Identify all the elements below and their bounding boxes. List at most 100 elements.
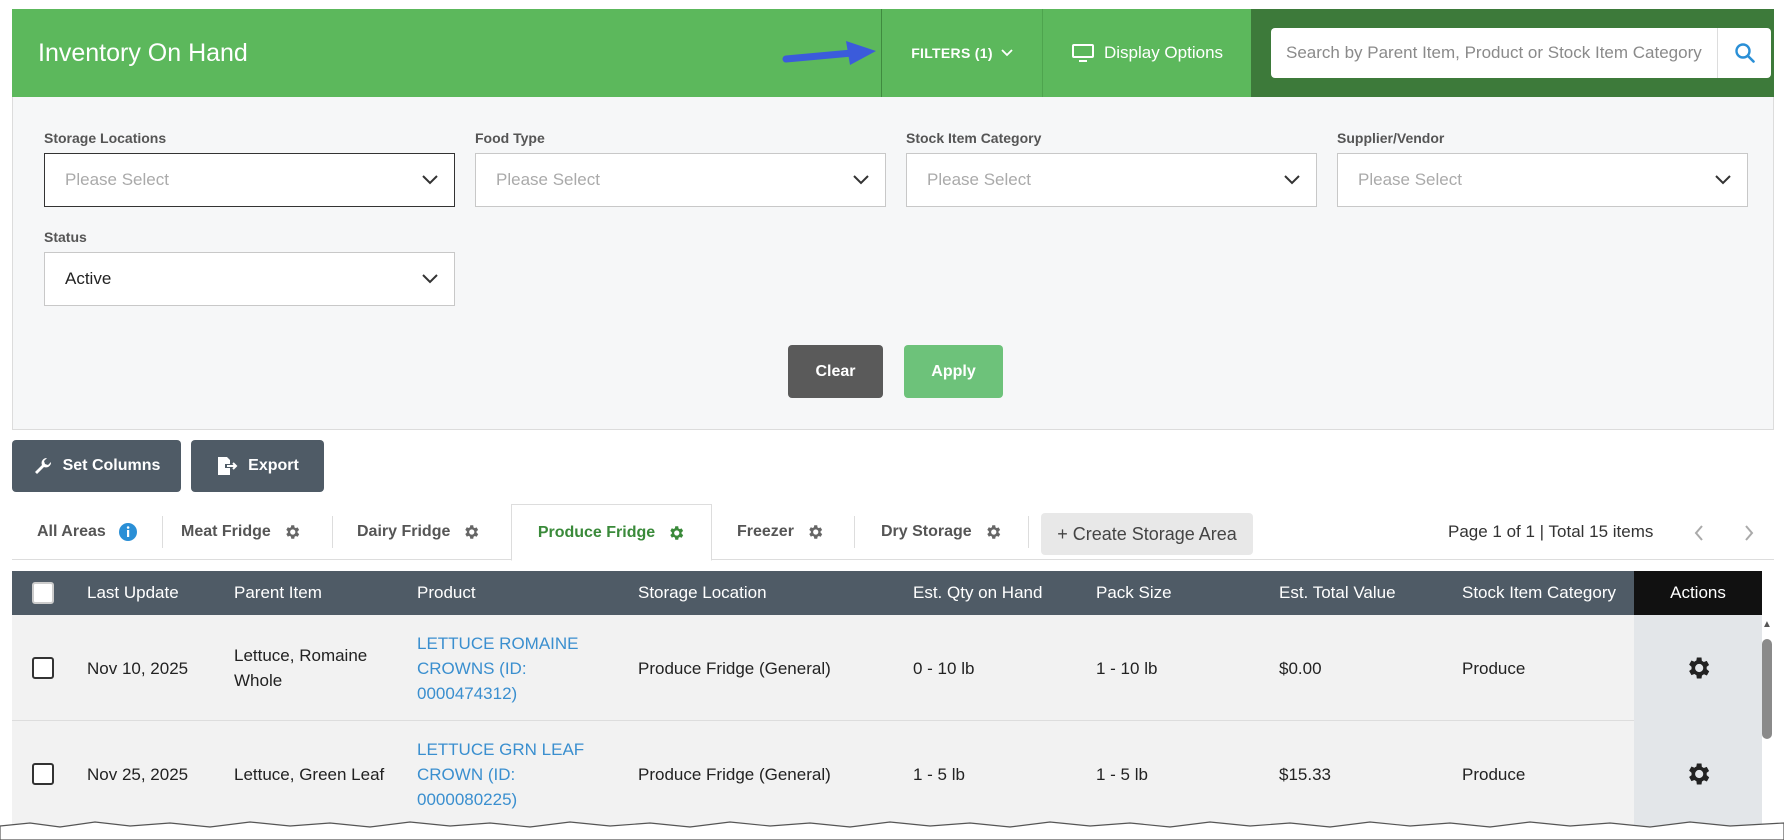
- select-all-checkbox[interactable]: [32, 582, 54, 604]
- storage-locations-label: Storage Locations: [44, 130, 167, 146]
- tab-dairy-fridge[interactable]: Dairy Fridge: [357, 504, 480, 560]
- chevron-down-icon: [1715, 175, 1731, 185]
- gear-icon[interactable]: [1684, 760, 1712, 788]
- row-actions: [1634, 615, 1762, 721]
- row-checkbox-cell: [32, 721, 54, 827]
- cell-qty: 0 - 10 lb: [913, 658, 975, 678]
- cell-product-link[interactable]: LETTUCE GRN LEAF CROWN (ID: 0000080225): [417, 721, 597, 827]
- chevron-down-icon: [422, 274, 438, 284]
- info-icon: [118, 523, 137, 541]
- stock-item-category-select[interactable]: Please Select: [906, 153, 1317, 207]
- cell-parent-item: Lettuce, Romaine Whole: [234, 646, 368, 690]
- tab-freezer[interactable]: Freezer: [737, 504, 824, 560]
- table-header: Last Update Parent Item Product Storage …: [12, 571, 1762, 615]
- stock-item-category-placeholder: Please Select: [927, 170, 1031, 189]
- filter-panel: Storage Locations Please Select Food Typ…: [12, 97, 1774, 430]
- search-button[interactable]: [1717, 28, 1771, 78]
- storage-locations-select[interactable]: Please Select: [44, 153, 455, 207]
- gear-icon[interactable]: [283, 523, 301, 541]
- clear-button[interactable]: Clear: [788, 345, 883, 398]
- tab-divider: [162, 516, 163, 548]
- search-box: [1271, 28, 1771, 78]
- tab-label: Meat Fridge: [181, 523, 271, 540]
- page-header: Inventory On Hand FILTERS (1) Display Op…: [12, 9, 1774, 97]
- cell-category: Produce: [1462, 658, 1526, 678]
- prev-page-button[interactable]: [1684, 518, 1714, 548]
- apply-button[interactable]: Apply: [904, 345, 1003, 398]
- food-type-label: Food Type: [475, 130, 545, 146]
- tab-dry-storage[interactable]: Dry Storage: [881, 504, 1002, 560]
- col-est-total-value[interactable]: Est. Total Value: [1279, 571, 1396, 615]
- cell-total-value: $0.00: [1279, 658, 1322, 678]
- search-icon: [1734, 43, 1755, 63]
- annotation-arrow-icon: [782, 41, 876, 65]
- col-stock-item-category[interactable]: Stock Item Category: [1462, 571, 1616, 615]
- wrench-icon: [34, 457, 51, 474]
- tab-label: Dairy Fridge: [357, 523, 451, 540]
- gear-icon[interactable]: [1684, 654, 1712, 682]
- chevron-down-icon: [853, 175, 869, 185]
- display-options-button[interactable]: Display Options: [1044, 9, 1251, 97]
- next-page-button[interactable]: [1734, 518, 1764, 548]
- col-actions: Actions: [1634, 571, 1762, 615]
- status-select[interactable]: Active: [44, 252, 455, 306]
- cell-last-update: Nov 10, 2025: [87, 658, 189, 678]
- filters-button[interactable]: FILTERS (1): [881, 9, 1043, 97]
- tab-divider: [854, 516, 855, 548]
- create-storage-area-button[interactable]: + Create Storage Area: [1041, 513, 1253, 555]
- torn-edge-decoration: [0, 821, 1784, 840]
- tab-all-areas[interactable]: All Areas: [37, 504, 138, 560]
- cell-total-value: $15.33: [1279, 764, 1331, 784]
- food-type-select[interactable]: Please Select: [475, 153, 886, 207]
- gear-icon[interactable]: [462, 523, 480, 541]
- set-columns-label: Set Columns: [62, 457, 161, 474]
- table-row: Nov 25, 2025 Lettuce, Green Leaf LETTUCE…: [12, 721, 1762, 827]
- row-checkbox[interactable]: [32, 763, 54, 785]
- scrollbar-thumb[interactable]: [1762, 639, 1772, 739]
- vertical-scrollbar[interactable]: ▲: [1760, 617, 1774, 827]
- col-pack-size[interactable]: Pack Size: [1096, 571, 1172, 615]
- chevron-down-icon: [422, 175, 438, 185]
- page-title: Inventory On Hand: [38, 39, 248, 67]
- scroll-up-arrow-icon[interactable]: ▲: [1762, 619, 1772, 630]
- cell-pack-size: 1 - 10 lb: [1096, 658, 1158, 678]
- col-parent-item[interactable]: Parent Item: [234, 571, 322, 615]
- chevron-right-icon: [1745, 525, 1754, 541]
- app-window: Inventory On Hand FILTERS (1) Display Op…: [0, 0, 1784, 840]
- tab-label: Produce Fridge: [537, 523, 656, 541]
- chevron-down-icon: [1284, 175, 1300, 185]
- cell-product-link[interactable]: LETTUCE ROMAINE CROWNS (ID: 0000474312): [417, 615, 597, 721]
- gear-icon[interactable]: [806, 523, 824, 541]
- col-storage-location[interactable]: Storage Location: [638, 571, 767, 615]
- cell-category: Produce: [1462, 764, 1526, 784]
- chevron-down-icon: [1001, 49, 1013, 57]
- storage-area-tabs: All Areas Meat Fridge Dairy Fridge Produ…: [12, 504, 1774, 561]
- search-input[interactable]: [1271, 29, 1717, 77]
- cell-storage-location: Produce Fridge (General): [638, 658, 831, 678]
- row-checkbox[interactable]: [32, 657, 54, 679]
- row-checkbox-cell: [32, 615, 54, 721]
- monitor-icon: [1071, 44, 1094, 62]
- tab-label: Dry Storage: [881, 523, 972, 540]
- status-label: Status: [44, 229, 87, 245]
- gear-icon[interactable]: [667, 524, 685, 542]
- export-button[interactable]: Export: [191, 440, 324, 492]
- supplier-vendor-select[interactable]: Please Select: [1337, 153, 1748, 207]
- export-label: Export: [248, 457, 299, 474]
- filters-label: FILTERS (1): [911, 45, 993, 61]
- tab-meat-fridge[interactable]: Meat Fridge: [181, 504, 301, 560]
- gear-icon[interactable]: [984, 523, 1002, 541]
- set-columns-button[interactable]: Set Columns: [12, 440, 181, 492]
- col-last-update[interactable]: Last Update: [87, 571, 179, 615]
- supplier-vendor-placeholder: Please Select: [1358, 170, 1462, 189]
- tab-produce-fridge[interactable]: Produce Fridge: [511, 504, 712, 561]
- supplier-vendor-label: Supplier/Vendor: [1337, 130, 1445, 146]
- col-product[interactable]: Product: [417, 571, 476, 615]
- cell-parent-item: Lettuce, Green Leaf: [234, 764, 385, 784]
- stock-item-category-label: Stock Item Category: [906, 130, 1042, 146]
- col-est-qty[interactable]: Est. Qty on Hand: [913, 571, 1042, 615]
- search-area: [1251, 9, 1774, 97]
- export-icon: [218, 457, 238, 475]
- status-value: Active: [65, 269, 112, 288]
- select-all-checkbox-cell: [32, 571, 54, 615]
